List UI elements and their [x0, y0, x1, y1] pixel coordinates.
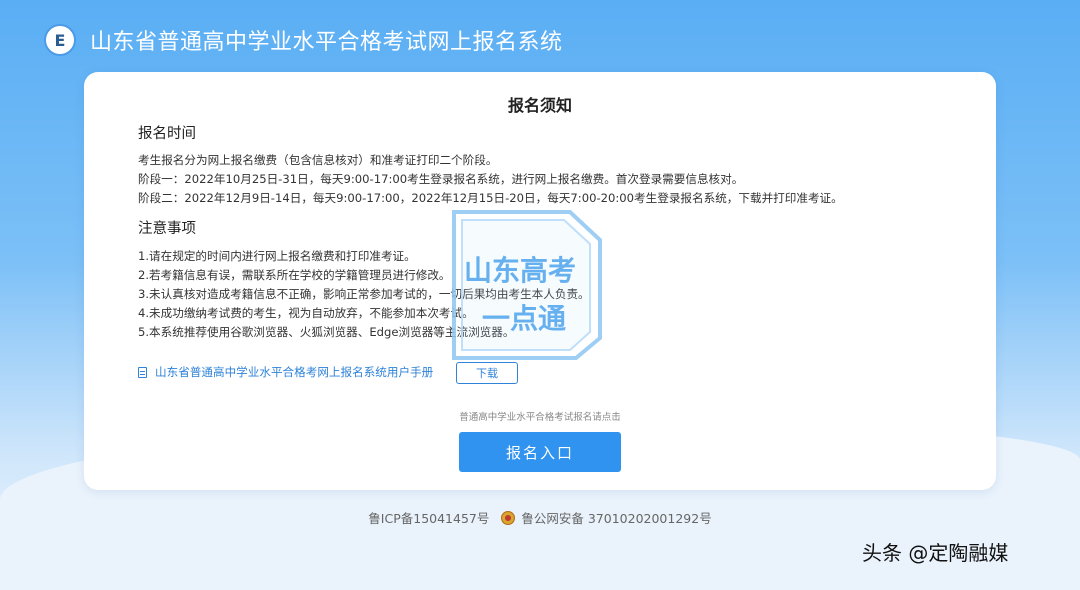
card-title: 报名须知	[507, 96, 572, 115]
site-header: E 山东省普通高中学业水平合格考试网上报名系统	[44, 20, 563, 60]
watermark-line1: 山东高考	[464, 254, 576, 287]
watermark-line2: 一点通	[482, 302, 566, 335]
notes-line: 2.若考籍信息有误，需联系所在学校的学籍管理员进行修改。	[138, 268, 451, 282]
notes-line: 4.未成功缴纳考试费的考生，视为自动放弃，不能参加本次考试。	[138, 306, 474, 320]
registration-time-line: 阶段一：2022年10月25日-31日，每天9:00-17:00考生登录报名系统…	[138, 172, 744, 186]
download-button[interactable]: 下载	[456, 362, 518, 384]
brand-watermark: 头条 @定陶融媒	[862, 541, 1009, 565]
notes-line: 1.请在规定的时间内进行网上报名缴费和打印准考证。	[138, 249, 416, 263]
police-record[interactable]: 鲁公网安备 37010202001292号	[521, 508, 711, 527]
section-registration-time-title: 报名时间	[138, 126, 196, 142]
site-logo-icon: E	[44, 24, 76, 56]
icp-record[interactable]: 鲁ICP备15041457号	[368, 508, 489, 527]
registration-time-line: 阶段二：2022年12月9日-14日，每天9:00-17:00，2022年12月…	[138, 191, 843, 205]
page-footer: 鲁ICP备15041457号 鲁公网安备 37010202001292号	[0, 508, 1080, 527]
register-entry-button[interactable]: 报名入口	[459, 432, 621, 472]
section-notes-title: 注意事项	[138, 221, 196, 237]
user-manual-row: 山东省普通高中学业水平合格考网上报名系统用户手册	[138, 364, 433, 380]
user-manual-link[interactable]: 山东省普通高中学业水平合格考网上报名系统用户手册	[155, 364, 433, 380]
site-title: 山东省普通高中学业水平合格考试网上报名系统	[90, 30, 563, 55]
document-icon	[138, 366, 147, 378]
watermark-logo: 山东高考 一点通	[452, 210, 602, 360]
register-hint: 普通高中学业水平合格考试报名请点击	[459, 412, 621, 423]
registration-time-line: 考生报名分为网上报名缴费（包含信息核对）和准考证打印二个阶段。	[138, 153, 498, 167]
police-badge-icon	[501, 510, 516, 525]
